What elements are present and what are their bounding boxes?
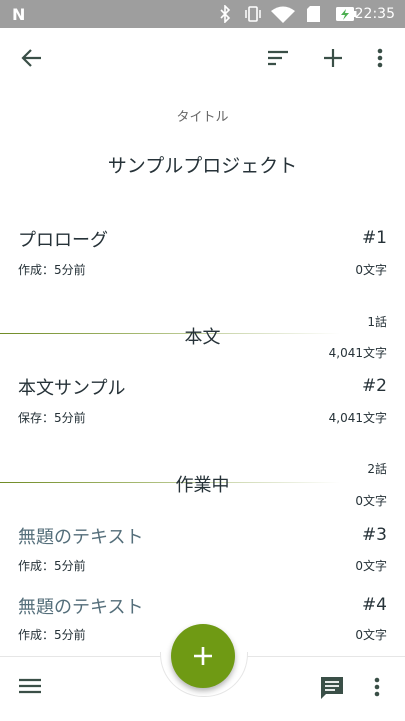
bluetooth-icon — [220, 5, 231, 23]
chapter-char-count: 0文字 — [355, 494, 387, 508]
comment-button[interactable] — [319, 675, 347, 703]
hamburger-icon — [19, 678, 41, 694]
top-toolbar — [0, 28, 405, 88]
item-char-count: 0文字 — [355, 559, 387, 573]
add-button[interactable] — [316, 41, 350, 75]
item-meta: 作成：5分前 — [18, 263, 86, 277]
item-char-count: 4,041文字 — [328, 411, 387, 425]
item-number: #1 — [361, 228, 387, 248]
clock: 22:35 — [354, 6, 395, 22]
overflow-menu-button[interactable] — [363, 41, 397, 75]
title-label: タイトル — [176, 110, 229, 125]
item-title: プロローグ — [18, 230, 108, 251]
arrow-left-icon — [21, 49, 41, 67]
item-meta: 作成：5分前 — [18, 628, 86, 642]
project-title[interactable]: サンプルプロジェクト — [0, 151, 405, 178]
item-title: 無題のテキスト — [18, 527, 144, 548]
comment-icon — [321, 677, 343, 699]
chapter-name: 作業中 — [175, 475, 230, 496]
item-number: #3 — [361, 525, 387, 545]
item-number: #2 — [361, 376, 387, 396]
more-vert-icon — [377, 48, 383, 68]
wifi-icon — [271, 6, 295, 23]
back-button[interactable] — [15, 41, 49, 75]
item-title: 無題のテキスト — [18, 597, 144, 618]
sd-card-icon — [307, 6, 320, 22]
chapter-char-count: 4,041文字 — [328, 346, 387, 360]
sort-button[interactable] — [261, 41, 295, 75]
item-char-count: 0文字 — [355, 628, 387, 642]
plus-icon — [324, 49, 342, 67]
item-meta: 作成：5分前 — [18, 559, 86, 573]
navigation-menu-button[interactable] — [18, 677, 44, 701]
sort-icon — [268, 50, 288, 66]
add-fab[interactable] — [171, 624, 235, 688]
item-number: #4 — [361, 595, 387, 615]
item-char-count: 0文字 — [355, 263, 387, 277]
status-bar: N 22:35 — [0, 0, 405, 28]
item-title: 本文サンプル — [18, 378, 126, 399]
item-meta: 保存：5分前 — [18, 411, 86, 425]
vibrate-icon — [245, 6, 261, 22]
bottom-overflow-button[interactable] — [374, 677, 386, 701]
more-vert-icon — [374, 677, 380, 697]
carrier-icon: N — [12, 5, 26, 24]
plus-icon — [194, 647, 212, 665]
